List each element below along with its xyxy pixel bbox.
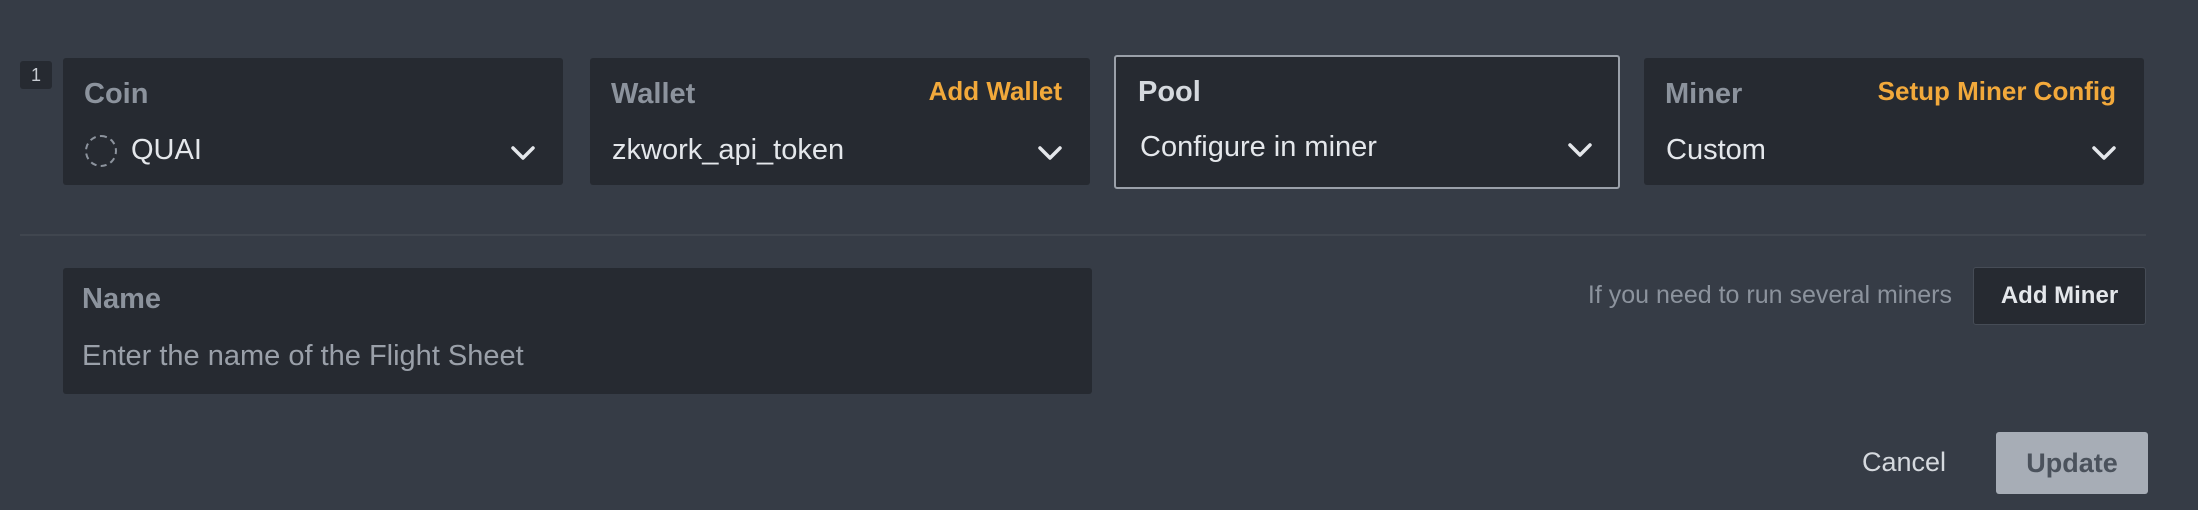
chevron-down-icon (511, 146, 535, 160)
update-button[interactable]: Update (1996, 432, 2148, 494)
chevron-down-icon (2092, 146, 2116, 160)
section-divider (20, 234, 2146, 236)
miner-value-wrap: Custom (1666, 134, 1766, 167)
several-miners-hint: If you need to run several miners (1587, 281, 1952, 309)
coin-label: Coin (84, 78, 149, 110)
chevron-down-icon (1568, 143, 1592, 157)
miner-select[interactable]: Miner Setup Miner Config Custom (1644, 58, 2144, 185)
coin-select[interactable]: Coin QUAI (63, 58, 563, 185)
flight-sheet-name-input[interactable] (82, 336, 1062, 376)
pool-value: Configure in miner (1140, 131, 1377, 163)
miner-label: Miner (1665, 78, 1743, 110)
coin-value-wrap: QUAI (85, 134, 202, 167)
add-miner-button[interactable]: Add Miner (1973, 267, 2146, 325)
chevron-down-icon (1038, 146, 1062, 160)
flight-sheet-editor: 1 Coin QUAI Wallet Add Wallet zkwork_api… (0, 0, 2198, 510)
pool-select[interactable]: Pool Configure in miner (1114, 55, 1620, 189)
add-wallet-link[interactable]: Add Wallet (929, 76, 1062, 107)
miner-value: Custom (1666, 134, 1766, 166)
cancel-button[interactable]: Cancel (1862, 447, 1946, 478)
name-field-container: Name (63, 268, 1092, 394)
coin-value: QUAI (131, 134, 202, 166)
wallet-select[interactable]: Wallet Add Wallet zkwork_api_token (590, 58, 1090, 185)
wallet-value: zkwork_api_token (612, 134, 845, 166)
row-index-badge: 1 (20, 61, 52, 89)
wallet-label: Wallet (611, 78, 696, 110)
pool-value-wrap: Configure in miner (1140, 131, 1377, 164)
wallet-value-wrap: zkwork_api_token (612, 134, 844, 167)
pool-label: Pool (1138, 76, 1201, 108)
name-label: Name (82, 283, 161, 315)
coin-placeholder-icon (85, 134, 117, 167)
setup-miner-config-link[interactable]: Setup Miner Config (1878, 76, 2116, 107)
